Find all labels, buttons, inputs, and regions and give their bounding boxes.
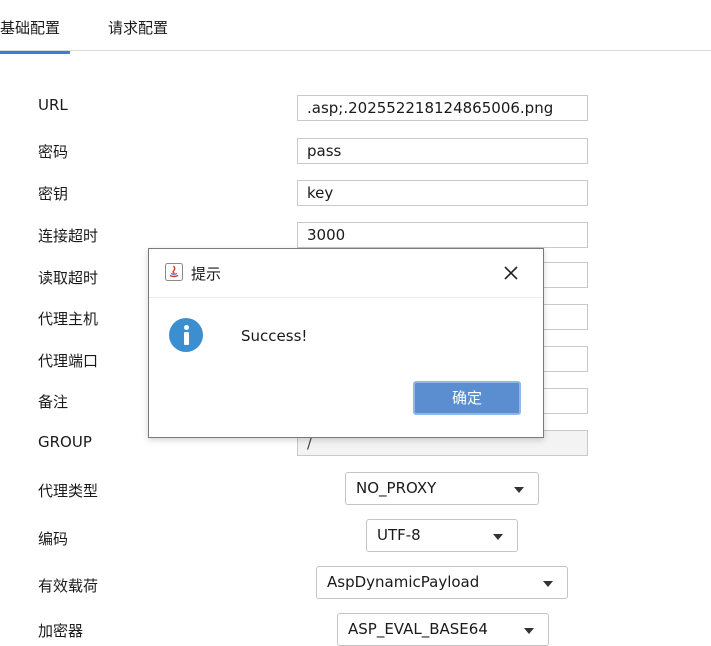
connect-timeout-field[interactable]: 3000 [297, 222, 588, 248]
tab-request-config[interactable]: 请求配置 [108, 17, 168, 38]
info-icon [169, 318, 203, 352]
proxy-type-label: 代理类型 [38, 482, 99, 500]
key-field[interactable]: key [297, 180, 588, 206]
ok-button[interactable]: 确定 [413, 381, 521, 415]
java-icon [165, 263, 183, 281]
url-label: URL [38, 96, 68, 114]
dialog-title-bar[interactable]: 提示 [149, 249, 543, 298]
key-label: 密钥 [38, 185, 69, 203]
cryption-value: ASP_EVAL_BASE64 [348, 620, 488, 638]
dialog-message: Success! [241, 327, 308, 345]
url-field[interactable]: .asp;.202552218124865006.png [297, 95, 588, 121]
remark-label: 备注 [38, 393, 69, 411]
group-label: GROUP [38, 433, 92, 451]
encoding-label: 编码 [38, 530, 69, 548]
encoding-value: UTF-8 [377, 526, 421, 544]
tab-basic-config[interactable]: 基础配置 [0, 17, 71, 54]
chevron-down-icon [514, 487, 524, 493]
payload-label: 有效载荷 [38, 577, 99, 595]
read-timeout-label: 读取超时 [38, 269, 99, 287]
chevron-down-icon [543, 581, 553, 587]
password-field[interactable]: pass [297, 138, 588, 164]
connect-timeout-label: 连接超时 [38, 227, 99, 245]
tab-bar: 基础配置 请求配置 [0, 0, 711, 54]
payload-value: AspDynamicPayload [327, 573, 480, 591]
cryption-select[interactable]: ASP_EVAL_BASE64 [337, 613, 549, 646]
proxy-host-label: 代理主机 [38, 310, 99, 328]
payload-select[interactable]: AspDynamicPayload [316, 566, 568, 599]
chevron-down-icon [493, 534, 503, 540]
cryption-label: 加密器 [38, 622, 84, 640]
proxy-port-label: 代理端口 [38, 352, 99, 370]
proxy-type-select[interactable]: NO_PROXY [345, 472, 539, 505]
encoding-select[interactable]: UTF-8 [366, 519, 518, 552]
close-icon[interactable] [499, 261, 523, 285]
chevron-down-icon [524, 628, 534, 634]
dialog-title: 提示 [191, 265, 222, 283]
proxy-type-value: NO_PROXY [356, 479, 437, 497]
message-dialog: 提示 Success! 确定 [148, 248, 544, 438]
password-label: 密码 [38, 143, 69, 161]
